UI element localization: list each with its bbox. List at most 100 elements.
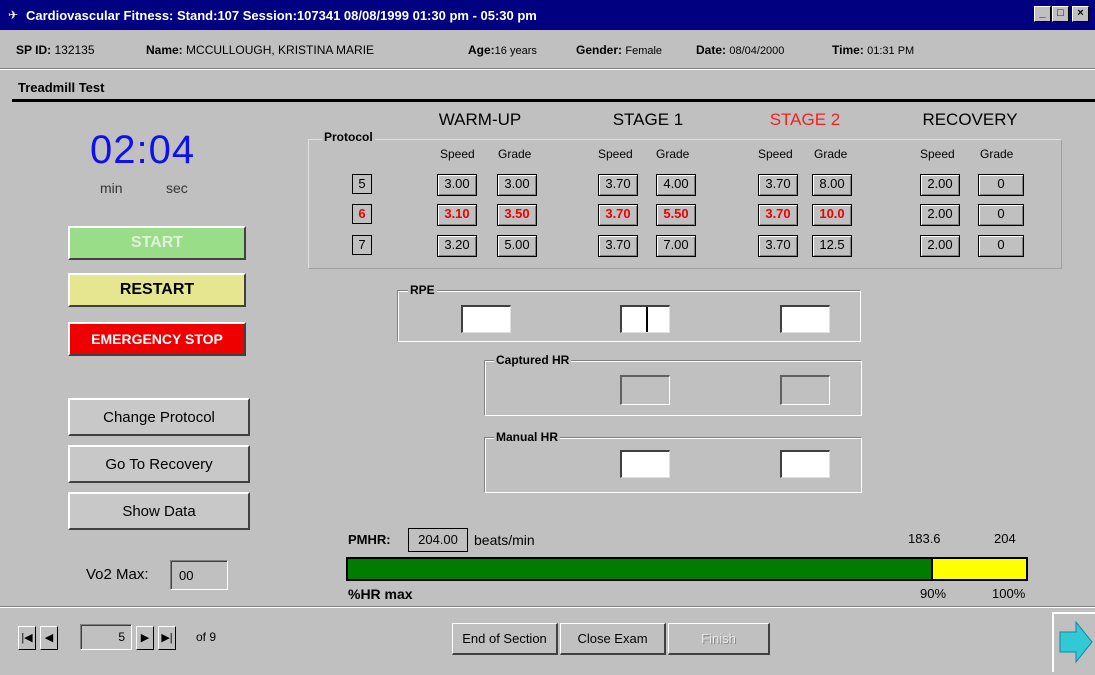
timer-display: 02:04 — [90, 128, 196, 172]
next-arrow-button[interactable] — [1052, 612, 1095, 672]
app-icon: ✈ — [8, 8, 19, 22]
next-record-icon[interactable]: ▶ — [136, 626, 154, 650]
protocol-option-7[interactable]: 7 — [352, 235, 372, 255]
timer-min-label: min — [100, 180, 123, 196]
last-record-icon[interactable]: ▶| — [158, 626, 176, 650]
gender-value: Female — [625, 45, 663, 57]
col-speed-recovery: Speed — [920, 147, 955, 161]
divider — [0, 68, 1095, 70]
captured-hr-label: Captured HR — [494, 353, 572, 367]
manual-hr-stage2-field[interactable] — [780, 450, 830, 478]
timer-sec-label: sec — [166, 180, 188, 196]
pct-100-label: 100% — [992, 586, 1026, 601]
record-count: of 9 — [196, 630, 217, 644]
col-grade-stage1: Grade — [656, 147, 690, 161]
patient-info-bar: SP ID: 132135 Name: MCCULLOUGH, KRISTINA… — [0, 32, 1095, 68]
protocol-option-5[interactable]: 5 — [352, 174, 372, 194]
manual-hr-stage1-field[interactable] — [620, 450, 670, 478]
stage-title-warmup: WARM-UP — [438, 110, 522, 129]
protocol-cell: 12.5 — [812, 235, 852, 257]
protocol-cell: 3.00 — [497, 174, 537, 196]
change-protocol-button[interactable]: Change Protocol — [68, 398, 250, 436]
rpe-stage1-field[interactable] — [620, 305, 670, 333]
record-number-field[interactable]: 5 — [80, 624, 132, 650]
arrow-right-icon — [1059, 620, 1093, 664]
hr-bar-green-zone — [348, 559, 931, 579]
section-divider — [12, 99, 1095, 102]
protocol-cell: 2.00 — [920, 235, 960, 257]
col-grade-stage2: Grade — [814, 147, 848, 161]
col-speed-stage2: Speed — [758, 147, 793, 161]
col-speed-stage1: Speed — [598, 147, 633, 161]
protocol-cell: 2.00 — [920, 204, 960, 226]
protocol-cell: 0 — [978, 235, 1024, 257]
name-label: Name: — [146, 43, 183, 57]
age-value: 16 years — [494, 45, 537, 57]
prev-record-icon[interactable]: ◀ — [40, 626, 58, 650]
spid-label: SP ID: — [16, 43, 52, 57]
pmhr-field[interactable]: 204.00 — [408, 528, 468, 552]
protocol-cell: 3.70 — [758, 235, 798, 257]
vo2-max-label: Vo2 Max: — [86, 566, 149, 583]
maximize-button[interactable]: □ — [1052, 6, 1069, 22]
captured-hr-stage1-field — [620, 375, 670, 405]
protocol-cell-active: 3.70 — [758, 204, 798, 226]
hr-90-value: 183.6 — [908, 531, 941, 546]
hr-max-label: %HR max — [348, 586, 413, 602]
spid-value: 132135 — [54, 43, 95, 57]
age-label: Age: — [468, 43, 495, 57]
gender-label: Gender: — [576, 43, 623, 57]
protocol-cell: 5.00 — [497, 235, 537, 257]
date-label: Date: — [696, 43, 727, 57]
end-of-section-button[interactable]: End of Section — [452, 623, 558, 655]
protocol-cell: 3.70 — [598, 235, 638, 257]
emergency-stop-button[interactable]: EMERGENCY STOP — [68, 322, 246, 356]
name-value: MCCULLOUGH, KRISTINA MARIE — [186, 43, 375, 57]
vo2-max-field[interactable]: 00 — [170, 560, 228, 590]
stage-title-recovery: RECOVERY — [922, 110, 1018, 129]
start-button[interactable]: START — [68, 226, 246, 260]
first-record-icon[interactable]: |◀ — [18, 626, 36, 650]
protocol-label: Protocol — [322, 130, 375, 144]
section-title: Treadmill Test — [18, 80, 105, 95]
finish-button[interactable]: Finish — [668, 623, 770, 655]
protocol-cell: 0 — [978, 174, 1024, 196]
captured-hr-stage2-field — [780, 375, 830, 405]
protocol-cell-active: 5.50 — [656, 204, 696, 226]
rpe-warmup-field[interactable] — [461, 305, 511, 333]
time-value: 01:31 PM — [867, 45, 915, 57]
protocol-cell: 3.20 — [437, 235, 477, 257]
protocol-cell: 7.00 — [656, 235, 696, 257]
rpe-stage2-field[interactable] — [780, 305, 830, 333]
protocol-cell-active: 3.50 — [497, 204, 537, 226]
show-data-button[interactable]: Show Data — [68, 492, 250, 530]
window-title: Cardiovascular Fitness: Stand:107 Sessio… — [26, 8, 537, 23]
protocol-cell: 3.00 — [437, 174, 477, 196]
date-value: 08/04/2000 — [729, 45, 785, 57]
protocol-cell: 4.00 — [656, 174, 696, 196]
pct-90-label: 90% — [920, 586, 947, 601]
hr-100-value: 204 — [994, 531, 1016, 546]
protocol-cell-active: 3.10 — [437, 204, 477, 226]
close-exam-button[interactable]: Close Exam — [560, 623, 666, 655]
protocol-cell: 3.70 — [598, 174, 638, 196]
restart-button[interactable]: RESTART — [68, 273, 246, 307]
protocol-cell: 8.00 — [812, 174, 852, 196]
protocol-option-6[interactable]: 6 — [352, 204, 372, 224]
pmhr-label: PMHR: — [348, 532, 391, 547]
col-grade-warmup: Grade — [498, 147, 532, 161]
text-cursor — [646, 307, 648, 332]
rpe-label: RPE — [408, 283, 437, 297]
protocol-cell-active: 3.70 — [598, 204, 638, 226]
close-button[interactable]: × — [1072, 6, 1089, 22]
manual-hr-label: Manual HR — [494, 430, 561, 444]
go-to-recovery-button[interactable]: Go To Recovery — [68, 445, 250, 483]
col-grade-recovery: Grade — [980, 147, 1014, 161]
protocol-cell: 0 — [978, 204, 1024, 226]
protocol-cell: 3.70 — [758, 174, 798, 196]
stage-title-stage1: STAGE 1 — [612, 110, 684, 129]
minimize-button[interactable]: _ — [1034, 6, 1051, 22]
col-speed-warmup: Speed — [440, 147, 475, 161]
stage-title-stage2: STAGE 2 — [769, 110, 841, 129]
title-bar: ✈ Cardiovascular Fitness: Stand:107 Sess… — [0, 0, 1095, 30]
